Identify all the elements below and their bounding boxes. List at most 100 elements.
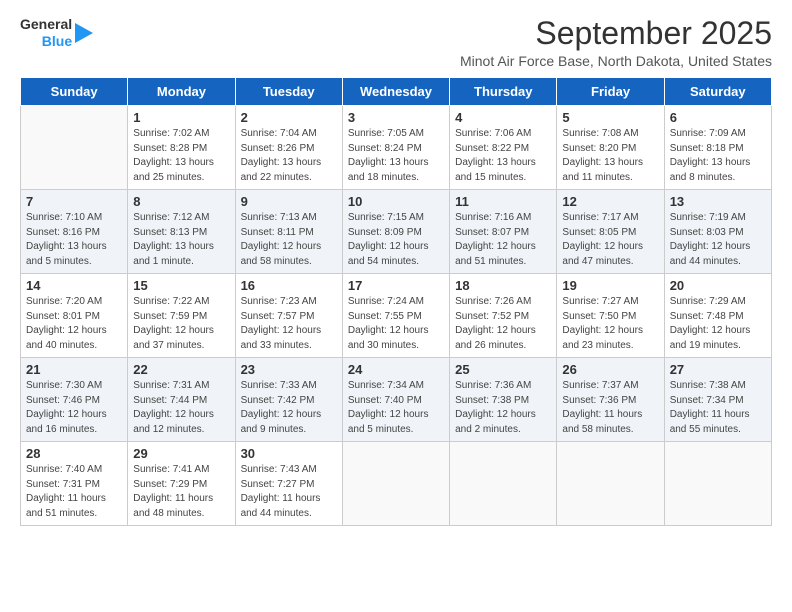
calendar-cell: 17Sunrise: 7:24 AMSunset: 7:55 PMDayligh… [342,274,449,358]
calendar-cell: 20 Sunrise: 7:29 AMSunset: 7:48 PMDayligh… [664,274,771,358]
calendar-week-4: 21Sunrise: 7:30 AMSunset: 7:46 PMDayligh… [21,358,772,442]
day-number: 24 [348,362,444,377]
calendar-cell: 10 Sunrise: 7:15 AMSunset: 8:09 PMDayligh… [342,190,449,274]
col-header-sunday: Sunday [21,78,128,106]
day-number: 18 [455,278,551,293]
calendar-cell: 1 Sunrise: 7:02 AMSunset: 8:28 PMDaylight… [128,106,235,190]
calendar-cell: 24 Sunrise: 7:34 AMSunset: 7:40 PMDayligh… [342,358,449,442]
calendar-cell: 30 Sunrise: 7:43 AMSunset: 7:27 PMDayligh… [235,442,342,526]
calendar-cell: 5 Sunrise: 7:08 AMSunset: 8:20 PMDaylight… [557,106,664,190]
calendar-cell: 6Sunrise: 7:09 AMSunset: 8:18 PMDaylight… [664,106,771,190]
day-number: 4 [455,110,551,125]
day-number: 22 [133,362,229,377]
calendar-cell [557,442,664,526]
calendar-cell: 13 Sunrise: 7:19 AMSunset: 8:03 PMDayligh… [664,190,771,274]
calendar-cell: 3Sunrise: 7:05 AMSunset: 8:24 PMDaylight… [342,106,449,190]
day-detail: Sunrise: 7:34 AMSunset: 7:40 PMDaylight:… [348,379,444,437]
day-detail: Sunrise: 7:36 AMSunset: 7:38 PMDaylight:… [455,379,551,437]
calendar-cell: 9 Sunrise: 7:13 AMSunset: 8:11 PMDaylight… [235,190,342,274]
calendar-cell: 7 Sunrise: 7:10 AMSunset: 8:16 PMDaylight… [21,190,128,274]
col-header-saturday: Saturday [664,78,771,106]
day-number: 11 [455,194,551,209]
day-detail: Sunrise: 7:22 AMSunset: 7:59 PMDaylight:… [133,295,229,353]
day-detail: Sunrise: 7:02 AMSunset: 8:28 PMDaylight:… [133,127,229,185]
col-header-thursday: Thursday [450,78,557,106]
day-number: 15 [133,278,229,293]
day-number: 30 [241,446,337,461]
day-detail: Sunrise: 7:20 AMSunset: 8:01 PMDaylight:… [26,295,122,353]
day-detail: Sunrise: 7:13 AMSunset: 8:11 PMDaylight:… [241,211,337,269]
day-detail: Sunrise: 7:08 AMSunset: 8:20 PMDaylight:… [562,127,658,185]
day-number: 20 [670,278,766,293]
day-detail: Sunrise: 7:37 AMSunset: 7:36 PMDaylight:… [562,379,658,437]
day-number: 10 [348,194,444,209]
day-number: 25 [455,362,551,377]
calendar-cell: 18Sunrise: 7:26 AMSunset: 7:52 PMDayligh… [450,274,557,358]
calendar-cell: 16 Sunrise: 7:23 AMSunset: 7:57 PMDayligh… [235,274,342,358]
day-detail: Sunrise: 7:05 AMSunset: 8:24 PMDaylight:… [348,127,444,185]
day-detail: Sunrise: 7:31 AMSunset: 7:44 PMDaylight:… [133,379,229,437]
day-detail: Sunrise: 7:38 AMSunset: 7:34 PMDaylight:… [670,379,766,437]
calendar-cell: 28Sunrise: 7:40 AMSunset: 7:31 PMDayligh… [21,442,128,526]
day-detail: Sunrise: 7:33 AMSunset: 7:42 PMDaylight:… [241,379,337,437]
day-number: 27 [670,362,766,377]
day-detail: Sunrise: 7:43 AMSunset: 7:27 PMDaylight:… [241,463,337,521]
logo: General Blue [20,16,93,50]
calendar-week-5: 28Sunrise: 7:40 AMSunset: 7:31 PMDayligh… [21,442,772,526]
calendar-cell [21,106,128,190]
day-detail: Sunrise: 7:23 AMSunset: 7:57 PMDaylight:… [241,295,337,353]
day-detail: Sunrise: 7:41 AMSunset: 7:29 PMDaylight:… [133,463,229,521]
calendar-cell: 25 Sunrise: 7:36 AMSunset: 7:38 PMDayligh… [450,358,557,442]
calendar-week-3: 14 Sunrise: 7:20 AMSunset: 8:01 PMDayligh… [21,274,772,358]
calendar-cell: 11 Sunrise: 7:16 AMSunset: 8:07 PMDayligh… [450,190,557,274]
calendar-cell: 2 Sunrise: 7:04 AMSunset: 8:26 PMDaylight… [235,106,342,190]
day-number: 2 [241,110,337,125]
calendar-cell: 14 Sunrise: 7:20 AMSunset: 8:01 PMDayligh… [21,274,128,358]
day-detail: Sunrise: 7:06 AMSunset: 8:22 PMDaylight:… [455,127,551,185]
day-number: 12 [562,194,658,209]
calendar-cell: 12Sunrise: 7:17 AMSunset: 8:05 PMDayligh… [557,190,664,274]
day-detail: Sunrise: 7:29 AMSunset: 7:48 PMDaylight:… [670,295,766,353]
day-number: 1 [133,110,229,125]
day-detail: Sunrise: 7:27 AMSunset: 7:50 PMDaylight:… [562,295,658,353]
day-number: 9 [241,194,337,209]
subtitle: Minot Air Force Base, North Dakota, Unit… [460,53,772,69]
logo-general-text: General [20,16,72,33]
calendar-cell [664,442,771,526]
day-detail: Sunrise: 7:16 AMSunset: 8:07 PMDaylight:… [455,211,551,269]
day-number: 17 [348,278,444,293]
day-number: 5 [562,110,658,125]
day-detail: Sunrise: 7:09 AMSunset: 8:18 PMDaylight:… [670,127,766,185]
col-header-wednesday: Wednesday [342,78,449,106]
calendar-table: SundayMondayTuesdayWednesdayThursdayFrid… [20,77,772,526]
calendar-cell: 26Sunrise: 7:37 AMSunset: 7:36 PMDayligh… [557,358,664,442]
calendar-week-2: 7 Sunrise: 7:10 AMSunset: 8:16 PMDaylight… [21,190,772,274]
day-detail: Sunrise: 7:19 AMSunset: 8:03 PMDaylight:… [670,211,766,269]
day-detail: Sunrise: 7:15 AMSunset: 8:09 PMDaylight:… [348,211,444,269]
calendar-week-1: 1 Sunrise: 7:02 AMSunset: 8:28 PMDaylight… [21,106,772,190]
col-header-friday: Friday [557,78,664,106]
main-title: September 2025 [460,16,772,51]
calendar-cell [342,442,449,526]
calendar-cell: 19 Sunrise: 7:27 AMSunset: 7:50 PMDayligh… [557,274,664,358]
day-number: 16 [241,278,337,293]
day-number: 13 [670,194,766,209]
calendar-header-row: SundayMondayTuesdayWednesdayThursdayFrid… [21,78,772,106]
day-number: 19 [562,278,658,293]
calendar-cell: 22 Sunrise: 7:31 AMSunset: 7:44 PMDayligh… [128,358,235,442]
title-block: September 2025 Minot Air Force Base, Nor… [460,16,772,69]
day-number: 14 [26,278,122,293]
day-number: 8 [133,194,229,209]
logo-blue-text: Blue [42,33,72,50]
day-number: 29 [133,446,229,461]
calendar-cell [450,442,557,526]
day-detail: Sunrise: 7:04 AMSunset: 8:26 PMDaylight:… [241,127,337,185]
page-header: General Blue September 2025 Minot Air Fo… [20,16,772,69]
calendar-cell: 15 Sunrise: 7:22 AMSunset: 7:59 PMDayligh… [128,274,235,358]
day-number: 7 [26,194,122,209]
day-number: 21 [26,362,122,377]
calendar-cell: 27 Sunrise: 7:38 AMSunset: 7:34 PMDayligh… [664,358,771,442]
calendar-cell: 29 Sunrise: 7:41 AMSunset: 7:29 PMDayligh… [128,442,235,526]
day-number: 28 [26,446,122,461]
day-detail: Sunrise: 7:10 AMSunset: 8:16 PMDaylight:… [26,211,122,269]
